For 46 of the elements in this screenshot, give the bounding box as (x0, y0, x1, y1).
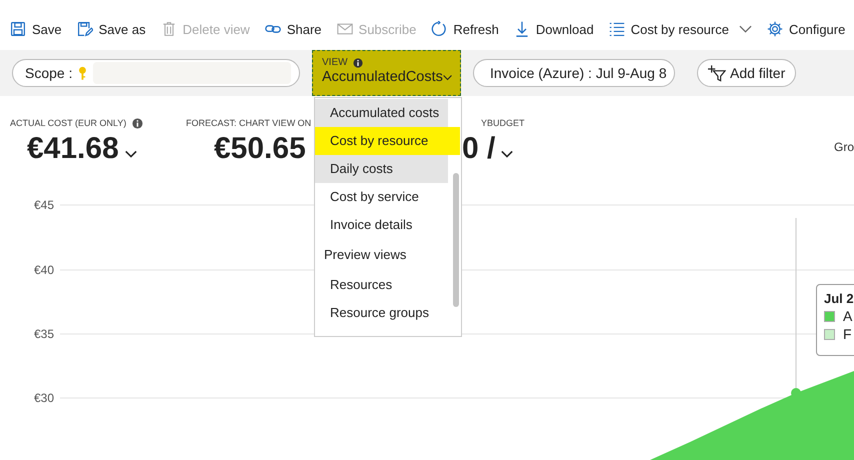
legend-label: F (843, 326, 852, 342)
envelope-icon (336, 21, 353, 37)
date-range-selector[interactable]: Invoice (Azure) : Jul 9-Aug 8 (473, 59, 675, 87)
kpi-label: FORECAST: CHART VIEW ON (186, 118, 312, 128)
kpi-label: ACTUAL COST (EUR ONLY) (10, 118, 126, 128)
toolbar-button[interactable]: Share (264, 21, 322, 37)
toolbar-button[interactable]: Cost by resource (608, 21, 752, 37)
menu-item[interactable]: Accumulated costs (315, 99, 448, 127)
y-axis-label: €40 (34, 263, 54, 277)
download-icon (514, 21, 530, 37)
kpi-value: €41.68 (27, 132, 119, 166)
info-icon (352, 58, 363, 68)
kpi-value: 0 / (462, 132, 496, 166)
data-point (791, 388, 801, 398)
chevron-down-icon[interactable] (501, 150, 514, 158)
scope-selector[interactable]: Scope : (12, 59, 300, 87)
scrollbar[interactable] (453, 173, 459, 307)
info-icon (132, 118, 144, 128)
add-filter-icon (708, 64, 726, 82)
y-axis-label: €35 (34, 327, 54, 341)
chevron-down-icon[interactable] (124, 150, 137, 158)
refresh-icon (431, 21, 448, 37)
kpi-value: €50.65 (214, 132, 306, 166)
menu-section-header: Preview views (323, 246, 408, 264)
trash-icon (160, 21, 177, 37)
tooltip-title: Jul 2 (824, 291, 854, 306)
y-axis-label: €45 (34, 198, 54, 212)
toolbar-button[interactable]: Save (10, 21, 62, 37)
chevron-down-icon (442, 74, 452, 80)
legend-label: A (843, 308, 852, 324)
save-icon (10, 21, 26, 37)
group-by-label: Gro (834, 140, 854, 154)
toolbar-button[interactable]: Configure (766, 21, 846, 37)
view-selector[interactable]: VIEW AccumulatedCosts (312, 50, 461, 96)
menu-item[interactable]: Daily costs (315, 155, 448, 183)
menu-item[interactable]: Cost by resource (315, 127, 460, 155)
key-icon (78, 66, 88, 80)
toolbar-button[interactable]: Save as (76, 21, 146, 37)
list-icon (608, 21, 625, 37)
kpi-label: YBUDGET (481, 118, 525, 128)
toolbar-button[interactable]: Download (514, 21, 594, 37)
toolbar-button[interactable]: Refresh (431, 21, 499, 37)
settings-icon (766, 21, 783, 37)
save-as-icon (76, 21, 93, 37)
add-filter-button[interactable]: Add filter (697, 59, 796, 87)
y-axis-label: €30 (34, 391, 54, 405)
